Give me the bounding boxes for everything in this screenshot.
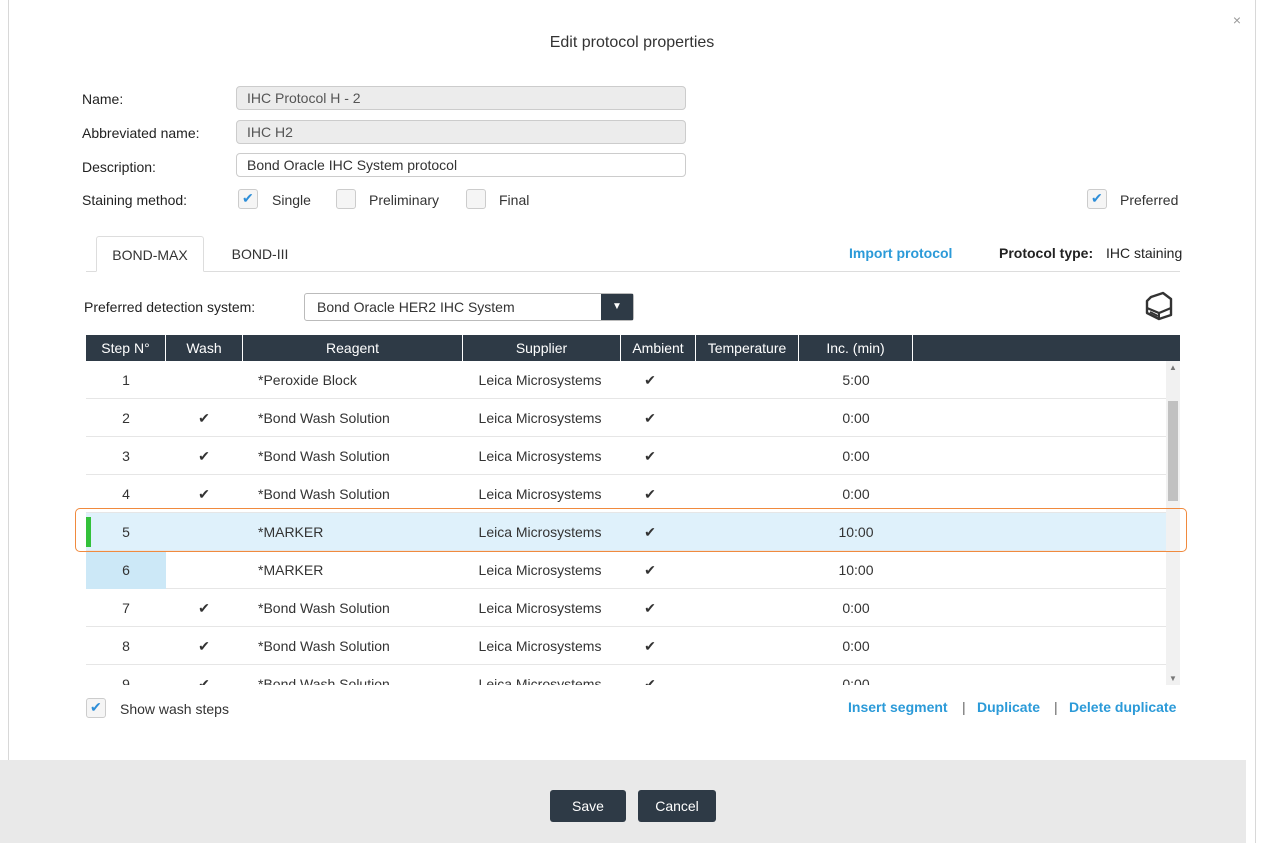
col-ambient[interactable]: Ambient	[621, 335, 696, 361]
step-cell: 3	[122, 448, 130, 464]
close-icon[interactable]: ×	[1233, 12, 1241, 28]
supplier-cell: Leica Microsystems	[478, 676, 602, 685]
reagent-cell: *Peroxide Block	[258, 372, 357, 388]
import-protocol-link[interactable]: Import protocol	[849, 245, 952, 261]
preliminary-label: Preliminary	[369, 192, 440, 208]
ambient-cell: ✔	[644, 562, 656, 578]
abbreviated-name-label: Abbreviated name:	[82, 125, 200, 141]
reagent-cell: *Bond Wash Solution	[258, 638, 390, 654]
wash-cell: ✔	[198, 410, 210, 426]
cancel-button[interactable]: Cancel	[638, 790, 716, 822]
step-cell: 1	[122, 372, 130, 388]
dialog-title: Edit protocol properties	[549, 34, 715, 51]
tab-bond-iii[interactable]: BOND-III	[218, 236, 302, 272]
inc-cell: 0:00	[842, 410, 870, 426]
col-reagent[interactable]: Reagent	[243, 335, 463, 361]
reagent-cell: *Bond Wash Solution	[258, 600, 390, 616]
save-button[interactable]: Save	[550, 790, 626, 822]
staining-method-label: Staining method:	[82, 192, 188, 208]
supplier-cell: Leica Microsystems	[478, 600, 602, 616]
tab-bond-max[interactable]: BOND-MAX	[96, 236, 204, 272]
preferred-checkbox[interactable]	[1087, 189, 1107, 209]
supplier-cell: Leica Microsystems	[478, 448, 602, 464]
detection-system-select[interactable]: Bond Oracle HER2 IHC System ▼	[304, 293, 634, 321]
inc-cell: 0:00	[842, 676, 870, 685]
col-temperature[interactable]: Temperature	[696, 335, 799, 361]
table-row[interactable]: 1 *Peroxide Block Leica Microsystems ✔ 5…	[86, 361, 1166, 399]
duplicate-link[interactable]: Duplicate	[977, 699, 1040, 715]
table-row[interactable]: 9 ✔ *Bond Wash Solution Leica Microsyste…	[86, 665, 1166, 685]
col-supplier[interactable]: Supplier	[463, 335, 621, 361]
single-checkbox[interactable]	[238, 189, 258, 209]
show-wash-steps-checkbox[interactable]	[86, 698, 106, 718]
ambient-cell: ✔	[644, 638, 656, 654]
final-label: Final	[499, 192, 530, 208]
wash-cell: ✔	[198, 676, 210, 685]
preferred-label: Preferred	[1120, 192, 1179, 208]
table-header: Step N° Wash Reagent Supplier Ambient Te…	[86, 335, 1180, 361]
reagent-cell: *MARKER	[258, 562, 324, 578]
scroll-up-icon[interactable]: ▲	[1166, 363, 1180, 372]
step-cell: 9	[122, 676, 130, 685]
col-wash[interactable]: Wash	[166, 335, 243, 361]
detection-system-value: Bond Oracle HER2 IHC System	[317, 299, 515, 315]
protocol-type-label: Protocol type:	[999, 245, 1094, 261]
show-wash-steps-label: Show wash steps	[120, 701, 229, 717]
wash-cell: ✔	[198, 600, 210, 616]
chevron-down-icon[interactable]: ▼	[601, 294, 633, 320]
ambient-cell: ✔	[644, 448, 656, 464]
description-label: Description:	[82, 159, 156, 175]
inc-cell: 0:00	[842, 600, 870, 616]
inc-cell: 5:00	[842, 372, 870, 388]
insert-segment-link[interactable]: Insert segment	[848, 699, 948, 715]
protocol-type-value: IHC staining	[1106, 245, 1183, 261]
ambient-cell: ✔	[644, 600, 656, 616]
reagent-cell: *Bond Wash Solution	[258, 410, 390, 426]
ambient-cell: ✔	[644, 372, 656, 388]
step-cell: 6	[86, 551, 166, 589]
table-row[interactable]: 7 ✔ *Bond Wash Solution Leica Microsyste…	[86, 589, 1166, 627]
wash-cell: ✔	[198, 448, 210, 464]
row-highlight-frame	[75, 508, 1187, 552]
print-icon[interactable]	[1143, 291, 1175, 324]
table-row[interactable]: 6 *MARKER Leica Microsystems ✔ 10:00	[86, 551, 1166, 589]
name-field[interactable]: IHC Protocol H - 2	[236, 86, 686, 110]
name-label: Name:	[82, 91, 124, 107]
inc-cell: 0:00	[842, 638, 870, 654]
ambient-cell: ✔	[644, 410, 656, 426]
wash-cell	[166, 361, 242, 399]
supplier-cell: Leica Microsystems	[478, 410, 602, 426]
supplier-cell: Leica Microsystems	[478, 638, 602, 654]
wash-cell: ✔	[198, 638, 210, 654]
col-step[interactable]: Step N°	[86, 335, 166, 361]
action-separator: |	[1054, 699, 1058, 715]
inc-cell: 10:00	[838, 562, 874, 578]
description-field[interactable]: Bond Oracle IHC System protocol	[236, 153, 686, 177]
step-cell: 8	[122, 638, 130, 654]
supplier-cell: Leica Microsystems	[478, 372, 602, 388]
table-row[interactable]: 2 ✔ *Bond Wash Solution Leica Microsyste…	[86, 399, 1166, 437]
delete-duplicate-link[interactable]: Delete duplicate	[1069, 699, 1176, 715]
table-row[interactable]: 3 ✔ *Bond Wash Solution Leica Microsyste…	[86, 437, 1166, 475]
step-cell: 7	[122, 600, 130, 616]
reagent-cell: *Bond Wash Solution	[258, 676, 390, 685]
inc-cell: 0:00	[842, 448, 870, 464]
abbreviated-name-field[interactable]: IHC H2	[236, 120, 686, 144]
single-label: Single	[272, 192, 311, 208]
reagent-cell: *Bond Wash Solution	[258, 448, 390, 464]
col-inc-min[interactable]: Inc. (min)	[799, 335, 913, 361]
final-checkbox[interactable]	[466, 189, 486, 209]
ambient-cell: ✔	[644, 676, 656, 685]
scrollbar-thumb[interactable]	[1168, 401, 1178, 501]
supplier-cell: Leica Microsystems	[478, 562, 602, 578]
step-cell: 2	[122, 410, 130, 426]
preliminary-checkbox[interactable]	[336, 189, 356, 209]
scroll-down-icon[interactable]: ▼	[1166, 674, 1180, 683]
action-separator: |	[962, 699, 966, 715]
wash-cell	[166, 551, 242, 589]
table-row[interactable]: 8 ✔ *Bond Wash Solution Leica Microsyste…	[86, 627, 1166, 665]
detection-system-label: Preferred detection system:	[84, 299, 256, 315]
